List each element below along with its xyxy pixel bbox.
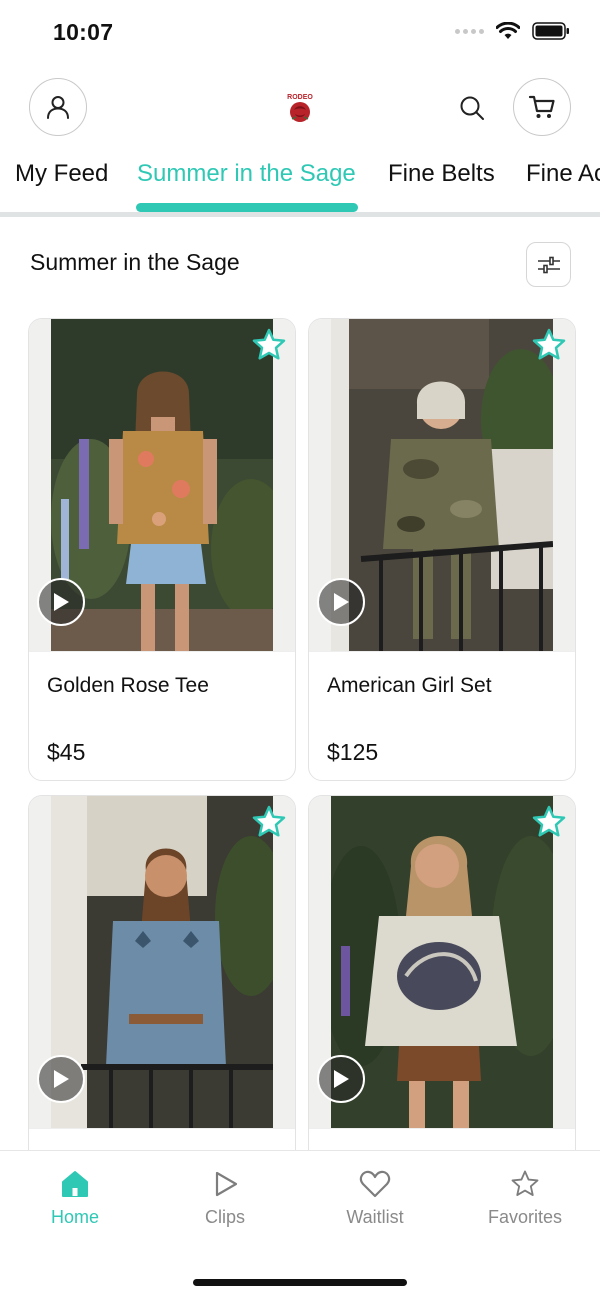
product-media[interactable] bbox=[29, 796, 295, 1129]
tab-summer-in-the-sage[interactable]: Summer in the Sage bbox=[137, 160, 356, 188]
product-media[interactable] bbox=[309, 796, 575, 1129]
cart-icon bbox=[528, 95, 555, 118]
play-video-button[interactable] bbox=[37, 578, 85, 626]
product-price: $45 bbox=[47, 739, 86, 765]
product-grid: Golden Rose Tee $45 American Girl Set $1… bbox=[0, 300, 600, 1150]
star-icon bbox=[511, 1170, 539, 1196]
product-card[interactable] bbox=[28, 795, 296, 1150]
status-bar: 10:07 bbox=[0, 0, 600, 66]
nav-label: Home bbox=[50, 1207, 99, 1227]
favorite-star-icon[interactable] bbox=[251, 327, 287, 363]
favorite-star-icon[interactable] bbox=[251, 804, 287, 840]
status-time: 10:07 bbox=[53, 19, 114, 45]
play-icon bbox=[54, 593, 69, 611]
cart-button[interactable] bbox=[513, 78, 571, 136]
tabs-divider bbox=[0, 212, 600, 217]
nav-clips[interactable]: Clips bbox=[160, 1169, 290, 1228]
favorite-star-icon[interactable] bbox=[531, 804, 567, 840]
product-card[interactable] bbox=[308, 795, 576, 1150]
search-button[interactable] bbox=[455, 91, 489, 125]
product-media[interactable] bbox=[29, 319, 295, 652]
product-card[interactable]: Golden Rose Tee $45 bbox=[28, 318, 296, 781]
nav-label: Clips bbox=[204, 1207, 245, 1227]
status-icons bbox=[455, 22, 570, 40]
play-icon bbox=[334, 1070, 349, 1088]
play-video-button[interactable] bbox=[317, 1055, 365, 1103]
svg-text:RODEO: RODEO bbox=[287, 94, 313, 101]
user-icon bbox=[47, 96, 69, 119]
home-icon bbox=[62, 1171, 88, 1197]
nav-favorites[interactable]: Favorites bbox=[460, 1169, 590, 1228]
play-icon bbox=[334, 593, 349, 611]
nav-label: Waitlist bbox=[346, 1207, 404, 1227]
product-name: American Girl Set bbox=[327, 674, 492, 697]
nav-home[interactable]: Home bbox=[10, 1169, 140, 1228]
section-title: Summer in the Sage bbox=[30, 249, 240, 275]
category-tabs: My Feed Summer in the Sage Fine Belts Fi… bbox=[0, 160, 600, 216]
product-price: $125 bbox=[327, 739, 379, 765]
nav-label: Favorites bbox=[487, 1207, 563, 1227]
play-video-button[interactable] bbox=[37, 1055, 85, 1103]
battery-icon bbox=[532, 22, 569, 40]
product-name: Golden Rose Tee bbox=[47, 674, 209, 697]
play-icon bbox=[215, 1171, 238, 1197]
product-card[interactable]: American Girl Set $125 bbox=[308, 318, 576, 781]
nav-waitlist[interactable]: Waitlist bbox=[310, 1169, 440, 1228]
tab-fine-belts[interactable]: Fine Belts bbox=[388, 160, 495, 188]
favorite-star-icon[interactable] bbox=[531, 327, 567, 363]
profile-button[interactable] bbox=[29, 78, 87, 136]
brand-logo[interactable]: RODEO bbox=[282, 91, 318, 127]
wifi-icon bbox=[496, 22, 520, 39]
active-tab-indicator bbox=[136, 203, 358, 212]
search-icon bbox=[460, 96, 484, 120]
top-bar: RODEO bbox=[0, 78, 600, 138]
product-media[interactable] bbox=[309, 319, 575, 652]
sliders-icon bbox=[537, 256, 560, 273]
cellular-signal-icon bbox=[455, 28, 484, 34]
bottom-nav: Home Clips Waitlist Favorites bbox=[0, 1150, 600, 1299]
play-icon bbox=[54, 1070, 69, 1088]
heart-icon bbox=[359, 1170, 391, 1198]
home-indicator[interactable] bbox=[193, 1279, 407, 1286]
tab-my-feed[interactable]: My Feed bbox=[15, 160, 108, 188]
filter-button[interactable] bbox=[526, 242, 571, 287]
play-video-button[interactable] bbox=[317, 578, 365, 626]
tab-fine-accessories[interactable]: Fine Ac bbox=[526, 160, 600, 188]
